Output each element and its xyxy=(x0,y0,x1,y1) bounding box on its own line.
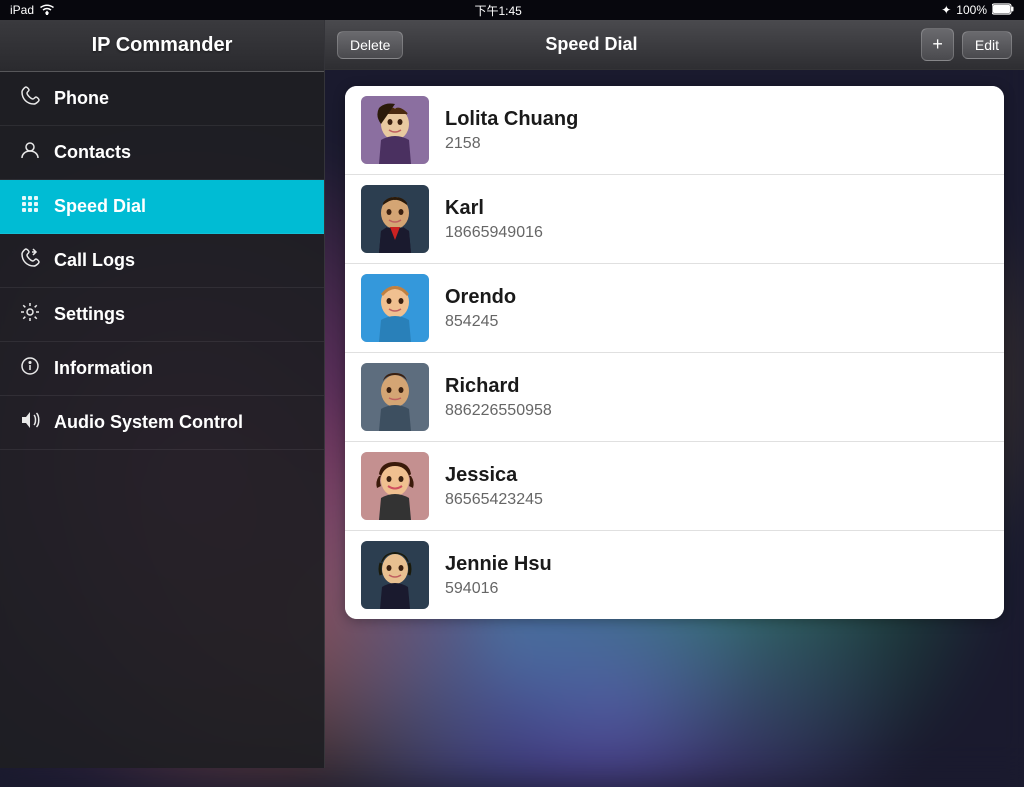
information-icon xyxy=(18,356,42,381)
sidebar-item-information[interactable]: Information xyxy=(0,342,324,396)
contact-item[interactable]: Jessica 86565423245 xyxy=(345,442,1004,531)
device-label: iPad xyxy=(10,3,34,17)
audio-system-control-icon xyxy=(18,410,42,435)
contact-name: Richard xyxy=(445,375,988,398)
sidebar-nav: Phone Contacts Speed Dial Call Logs Settings… xyxy=(0,72,324,768)
contact-number: 2158 xyxy=(445,135,988,153)
battery-icon xyxy=(992,3,1014,18)
contact-item[interactable]: Jennie Hsu 594016 xyxy=(345,531,1004,619)
contact-avatar xyxy=(361,96,429,164)
contact-avatar xyxy=(361,452,429,520)
sidebar-item-audio-system-control[interactable]: Audio System Control xyxy=(0,396,324,450)
phone-icon xyxy=(18,86,42,111)
speed-dial-icon xyxy=(18,194,42,219)
contact-number: 594016 xyxy=(445,580,988,598)
sidebar-item-call-logs[interactable]: Call Logs xyxy=(0,234,324,288)
contact-info: Jennie Hsu 594016 xyxy=(445,553,988,598)
speed-dial-list: Lolita Chuang 2158 Karl 18665949016 Orendo… xyxy=(345,86,1004,619)
status-left: iPad xyxy=(10,3,55,18)
toolbar-right: + Edit xyxy=(921,28,1012,61)
sidebar-item-settings[interactable]: Settings xyxy=(0,288,324,342)
contact-avatar xyxy=(361,541,429,609)
delete-button[interactable]: Delete xyxy=(337,31,403,59)
edit-button[interactable]: Edit xyxy=(962,31,1012,59)
contact-name: Karl xyxy=(445,197,988,220)
contact-number: 854245 xyxy=(445,313,988,331)
toolbar-left: Delete xyxy=(337,31,403,59)
sidebar-item-label-contacts: Contacts xyxy=(54,142,131,163)
add-button[interactable]: + xyxy=(921,28,954,61)
contact-info: Karl 18665949016 xyxy=(445,197,988,242)
contact-info: Jessica 86565423245 xyxy=(445,464,988,509)
sidebar-item-label-information: Information xyxy=(54,358,153,379)
contact-name: Orendo xyxy=(445,286,988,309)
status-right: ✦ 100% xyxy=(941,3,1014,18)
contact-name: Lolita Chuang xyxy=(445,108,988,131)
toolbar-title: Speed Dial xyxy=(545,34,637,55)
sidebar-item-label-speed-dial: Speed Dial xyxy=(54,196,146,217)
app-title: IP Commander xyxy=(92,34,233,56)
sidebar-item-label-phone: Phone xyxy=(54,88,109,109)
contacts-icon xyxy=(18,140,42,165)
sidebar-title-bar: IP Commander xyxy=(0,20,324,72)
contact-avatar xyxy=(361,185,429,253)
status-time: 下午1:45 xyxy=(474,2,521,19)
sidebar-item-contacts[interactable]: Contacts xyxy=(0,126,324,180)
contact-number: 86565423245 xyxy=(445,491,988,509)
contact-item[interactable]: Karl 18665949016 xyxy=(345,175,1004,264)
contact-number: 18665949016 xyxy=(445,224,988,242)
wifi-icon xyxy=(39,3,55,18)
contact-number: 886226550958 xyxy=(445,402,988,420)
call-logs-icon xyxy=(18,248,42,273)
contact-avatar xyxy=(361,274,429,342)
contact-item[interactable]: Orendo 854245 xyxy=(345,264,1004,353)
contact-info: Lolita Chuang 2158 xyxy=(445,108,988,153)
content-area: Delete Speed Dial + Edit Lolita Chuang 21… xyxy=(325,20,1024,768)
contact-avatar xyxy=(361,363,429,431)
toolbar: Delete Speed Dial + Edit xyxy=(325,20,1024,70)
main-layout: IP Commander Phone Contacts Speed Dial Call… xyxy=(0,20,1024,768)
sidebar: IP Commander Phone Contacts Speed Dial Call… xyxy=(0,20,325,768)
sidebar-item-label-call-logs: Call Logs xyxy=(54,250,135,271)
sidebar-item-label-settings: Settings xyxy=(54,304,125,325)
bluetooth-icon: ✦ xyxy=(941,3,951,17)
contact-item[interactable]: Richard 886226550958 xyxy=(345,353,1004,442)
contact-info: Orendo 854245 xyxy=(445,286,988,331)
contact-info: Richard 886226550958 xyxy=(445,375,988,420)
sidebar-item-phone[interactable]: Phone xyxy=(0,72,324,126)
settings-icon xyxy=(18,302,42,327)
contact-name: Jessica xyxy=(445,464,988,487)
sidebar-item-label-audio-system-control: Audio System Control xyxy=(54,412,243,433)
contact-item[interactable]: Lolita Chuang 2158 xyxy=(345,86,1004,175)
sidebar-item-speed-dial[interactable]: Speed Dial xyxy=(0,180,324,234)
speed-dial-container: Lolita Chuang 2158 Karl 18665949016 Orendo… xyxy=(325,70,1024,768)
battery-label: 100% xyxy=(956,3,987,17)
status-bar: iPad 下午1:45 ✦ 100% xyxy=(0,0,1024,20)
contact-name: Jennie Hsu xyxy=(445,553,988,576)
